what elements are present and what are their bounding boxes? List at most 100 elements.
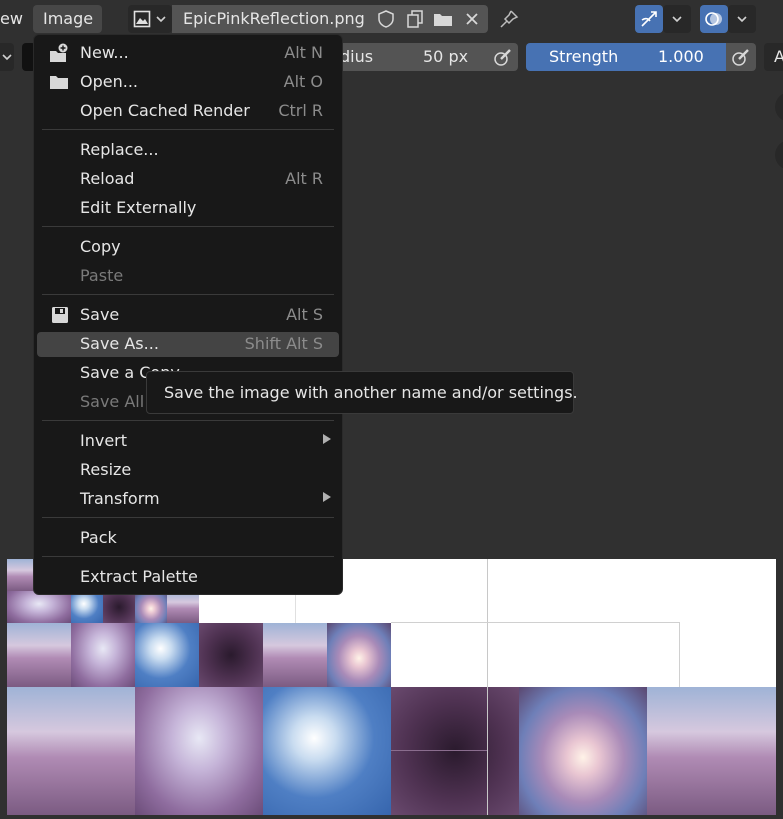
mip-tile: [7, 591, 71, 623]
menu-item-label: Edit Externally: [80, 198, 197, 217]
open-folder-icon: [50, 76, 68, 89]
image-canvas[interactable]: [7, 559, 776, 815]
menu-item-open[interactable]: Open... Alt O: [37, 71, 339, 94]
image-menu-button[interactable]: Image: [33, 5, 102, 33]
chevron-down-icon: [2, 54, 12, 61]
submenu-arrow-icon: [323, 492, 331, 502]
menu-item-label: Open Cached Render: [80, 101, 250, 120]
pan-gizmo-button[interactable]: [775, 140, 783, 170]
image-editor-header: ew Image EpicPinkReflection.png: [0, 0, 783, 38]
menu-item-label: Reload: [80, 169, 135, 188]
menu-separator: [42, 556, 334, 557]
menu-item-shortcut: Alt S: [286, 305, 323, 324]
menu-item-replace[interactable]: Replace...: [37, 139, 339, 162]
menu-separator: [42, 420, 334, 421]
radius-pressure-toggle[interactable]: [488, 43, 518, 71]
tooltip-text: Save the image with another name and/or …: [164, 383, 578, 402]
strength-pressure-toggle[interactable]: [726, 43, 756, 71]
gizmo-icon: [641, 11, 657, 27]
image-name-text: EpicPinkReflection.png: [183, 9, 365, 28]
blend-mode-field[interactable]: A: [764, 43, 783, 71]
menu-separator: [42, 517, 334, 518]
radius-field[interactable]: dius 50 px: [330, 43, 488, 71]
menu-item-save[interactable]: Save Alt S: [37, 304, 339, 327]
chevron-down-icon: [156, 16, 166, 23]
grid-line: [679, 622, 680, 687]
menu-item-paste[interactable]: Paste: [37, 265, 339, 288]
fake-user-shield-icon[interactable]: [376, 9, 396, 29]
menu-item-save-as[interactable]: Save As... Shift Alt S: [37, 332, 339, 357]
blend-mode-label: A: [774, 47, 783, 66]
cubemap-face: [7, 687, 135, 815]
view-menu[interactable]: ew: [0, 9, 23, 29]
chevron-down-icon: [737, 16, 747, 23]
menu-item-transform[interactable]: Transform: [37, 488, 339, 511]
menu-item-label: Invert: [80, 431, 128, 450]
menu-item-label: Save: [80, 305, 120, 324]
radius-label: dius: [340, 47, 374, 66]
show-gizmo-toggle[interactable]: [635, 5, 663, 33]
menu-item-copy[interactable]: Copy: [37, 236, 339, 259]
save-as-tooltip: Save the image with another name and/or …: [146, 371, 578, 414]
cubemap-face: [391, 687, 519, 815]
chevron-down-icon: [672, 16, 682, 23]
grid-line: [391, 622, 679, 623]
mip-tile: [103, 591, 135, 623]
pen-pressure-icon: [732, 49, 749, 66]
menu-item-invert[interactable]: Invert: [37, 430, 339, 453]
menu-separator: [42, 294, 334, 295]
menu-item-label: Transform: [80, 489, 160, 508]
zoom-gizmo-button[interactable]: [775, 92, 783, 122]
mip-tile: [135, 623, 199, 687]
cubemap-face: [647, 687, 776, 815]
cubemap-face: [135, 687, 263, 815]
grid-line: [391, 750, 487, 751]
menu-item-label: Replace...: [80, 140, 159, 159]
cubemap-face: [263, 687, 391, 815]
menu-item-extract-palette[interactable]: Extract Palette: [37, 566, 339, 589]
close-icon[interactable]: [464, 11, 480, 27]
menu-item-label: Pack: [80, 528, 117, 547]
menu-item-label: Save All: [80, 392, 145, 411]
strength-slider[interactable]: Strength 1.000: [526, 43, 726, 71]
image-browse-button[interactable]: [128, 5, 172, 33]
mip-tile: [199, 623, 263, 687]
menu-item-open-cached-render[interactable]: Open Cached Render Ctrl R: [37, 100, 339, 123]
brush-mode-dropdown[interactable]: [0, 43, 14, 71]
menu-item-new[interactable]: New... Alt N: [37, 42, 339, 65]
grid-line: [295, 591, 296, 623]
open-folder-icon[interactable]: [432, 9, 454, 29]
overlays-toggle[interactable]: [700, 5, 728, 33]
menu-item-label: Open...: [80, 72, 138, 91]
image-menu-dropdown: New... Alt N Open... Alt O Open Cached R…: [33, 34, 343, 595]
menu-item-shortcut: Ctrl R: [278, 101, 323, 120]
menu-item-reload[interactable]: Reload Alt R: [37, 168, 339, 191]
overlays-dropdown[interactable]: [728, 5, 756, 33]
radius-value: 50 px: [423, 47, 469, 66]
submenu-arrow-icon: [323, 434, 331, 444]
gizmo-dropdown[interactable]: [663, 5, 691, 33]
cubemap-face: [519, 687, 647, 815]
menu-item-shortcut: Alt O: [283, 72, 323, 91]
image-menu-label: Image: [43, 9, 94, 28]
save-icon: [52, 307, 68, 323]
strength-value: 1.000: [658, 47, 704, 66]
menu-separator: [42, 129, 334, 130]
mip-tile: [7, 623, 71, 687]
image-name-field[interactable]: EpicPinkReflection.png: [172, 5, 372, 33]
mip-tile: [71, 591, 103, 623]
menu-item-edit-externally[interactable]: Edit Externally: [37, 197, 339, 220]
menu-separator: [42, 226, 334, 227]
new-image-icon[interactable]: [405, 9, 425, 29]
mip-tile: [71, 623, 135, 687]
menu-item-label: Save As...: [80, 334, 159, 353]
menu-item-pack[interactable]: Pack: [37, 527, 339, 550]
menu-item-label: Copy: [80, 237, 121, 256]
image-icon: [133, 10, 151, 28]
mip-tile: [327, 623, 391, 687]
mip-tile: [135, 591, 167, 623]
menu-item-label: New...: [80, 43, 129, 62]
menu-item-resize[interactable]: Resize: [37, 459, 339, 482]
menu-item-shortcut: Alt N: [284, 43, 323, 62]
pin-icon[interactable]: [498, 8, 520, 30]
